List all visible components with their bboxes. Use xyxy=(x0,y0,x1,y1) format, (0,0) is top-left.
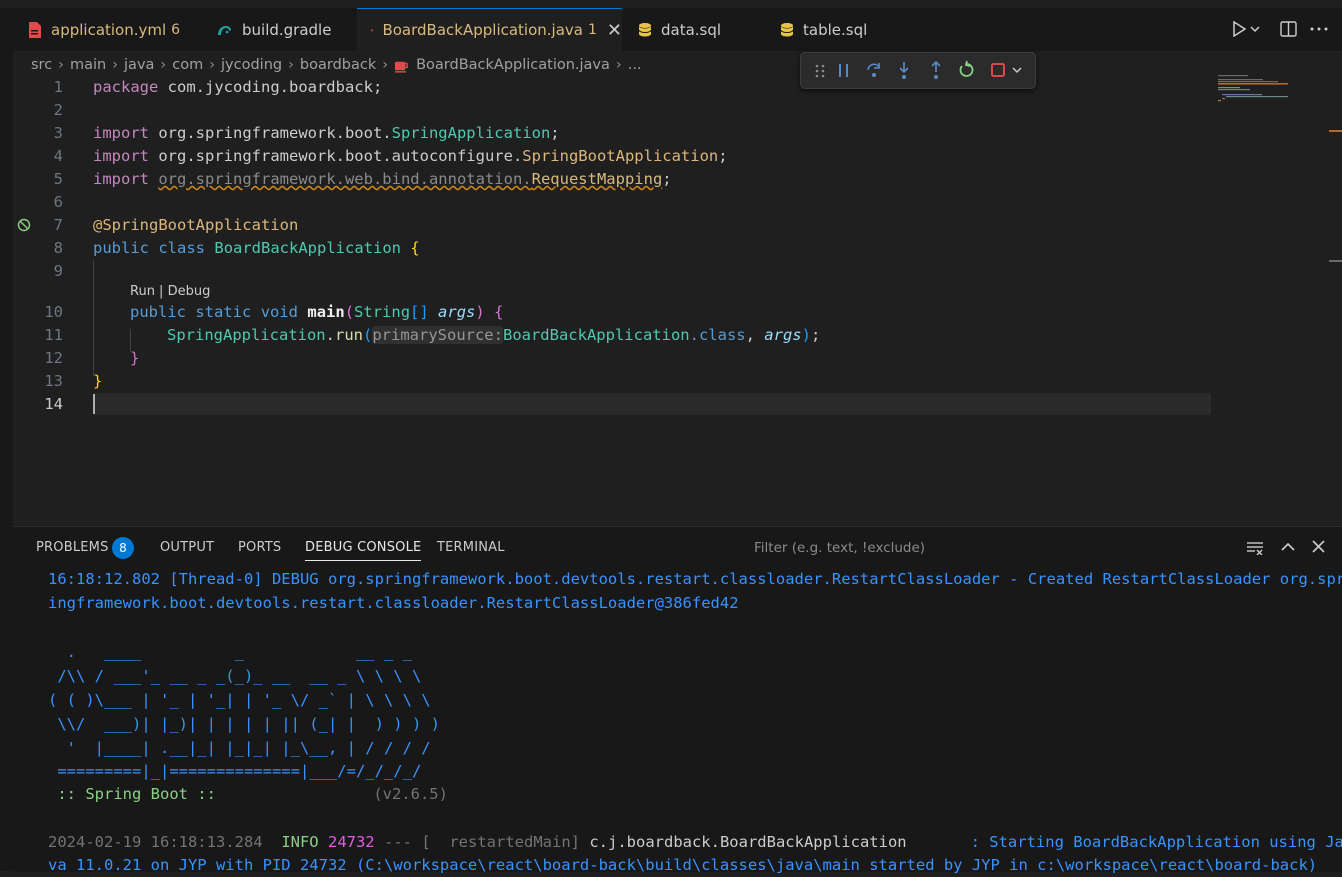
java-icon xyxy=(371,22,373,38)
tab-boardbackapplication-java[interactable]: BoardBackApplication.java 1 ✕ xyxy=(357,8,622,51)
spring-banner-line: . ____ _ __ _ _ xyxy=(48,641,412,664)
code-line: public class BoardBackApplication { xyxy=(93,237,420,260)
spring-boot-version-line: :: Spring Boot :: (v2.6.5) xyxy=(48,783,448,806)
run-icon[interactable] xyxy=(1232,21,1260,37)
stop-icon[interactable] xyxy=(991,63,1005,77)
tab-debug-console[interactable]: DEBUG CONSOLE xyxy=(305,540,421,561)
line-number: 1 xyxy=(13,76,63,99)
close-icon[interactable] xyxy=(1312,540,1325,553)
code-line: import org.springframework.boot.autoconf… xyxy=(93,145,728,168)
filter-input[interactable]: Filter (e.g. text, !exclude) xyxy=(754,540,925,556)
code-line: package com.jycoding.boardback; xyxy=(93,76,382,99)
breadcrumb-item[interactable]: src xyxy=(31,57,52,73)
breadcrumb: src› main› java› com› jycoding› boardbac… xyxy=(31,55,642,75)
chevron-down-icon[interactable] xyxy=(1012,67,1022,74)
breadcrumb-item[interactable]: jycoding xyxy=(221,57,282,73)
gradle-icon xyxy=(216,22,233,38)
code-line: public static void main(String[] args) { xyxy=(130,301,503,324)
breadcrumb-item[interactable]: java xyxy=(124,57,154,73)
tab-label: table.sql xyxy=(803,21,867,39)
problem-count-badge: 6 xyxy=(171,22,180,38)
parameter-hint: primarySource: xyxy=(372,326,503,344)
line-number: 9 xyxy=(13,260,63,283)
more-actions-icon[interactable] xyxy=(1310,27,1328,31)
tab-label: BoardBackApplication.java xyxy=(382,21,583,39)
spring-banner-line: ' |____| .__|_| |_|_| |_\__, | / / / / xyxy=(48,737,431,760)
tab-label: application.yml xyxy=(51,21,166,39)
code-line-unused-import: import org.springframework.web.bind.anno… xyxy=(93,168,672,191)
code-line: @SpringBootApplication xyxy=(93,214,298,237)
line-number: 3 xyxy=(13,122,63,145)
tab-output[interactable]: OUTPUT xyxy=(160,540,214,555)
tab-table-sql[interactable]: table.sql xyxy=(764,8,906,51)
spring-banner-line: =========|_|==============|___/=/_/_/_/ xyxy=(48,760,421,783)
line-number: 10 xyxy=(13,301,63,324)
problem-count-badge: 1 xyxy=(588,22,597,38)
minimap-preview xyxy=(1216,74,1326,114)
line-number: 13 xyxy=(13,370,63,393)
console-log-line: 2024-02-19 16:18:13.284 INFO 24732 --- [… xyxy=(48,831,1342,854)
line-number: 7 xyxy=(13,214,63,237)
line-number: 12 xyxy=(13,347,63,370)
tab-problems[interactable]: PROBLEMS xyxy=(36,540,109,555)
line-number: 4 xyxy=(13,145,63,168)
bottom-panel: PROBLEMS 8 OUTPUT PORTS DEBUG CONSOLE TE… xyxy=(13,526,1342,872)
breadcrumb-item[interactable]: BoardBackApplication.java xyxy=(416,57,610,73)
tab-terminal[interactable]: TERMINAL xyxy=(437,540,505,555)
tab-application-yml[interactable]: application.yml 6 xyxy=(14,8,200,51)
tab-build-gradle[interactable]: build.gradle xyxy=(200,8,357,51)
line-number: 5 xyxy=(13,168,63,191)
console-log-line: va 11.0.21 on JYP with PID 24732 (C:\wor… xyxy=(48,854,1317,877)
java-icon xyxy=(394,58,409,73)
spring-banner-line: ( ( )\___ | '_ | '_| | '_ \/ _` | \ \ \ … xyxy=(48,689,431,712)
yaml-icon xyxy=(28,22,42,38)
breadcrumb-item[interactable]: com xyxy=(172,57,203,73)
tab-label: build.gradle xyxy=(242,21,331,39)
breadcrumb-item[interactable]: ... xyxy=(628,57,642,73)
spring-banner-line: /\\ / ___'_ __ _ _(_)_ __ __ _ \ \ \ \ xyxy=(48,665,421,688)
editor-scrollbar[interactable] xyxy=(1329,76,1342,524)
split-editor-icon[interactable] xyxy=(1280,21,1297,37)
clear-console-icon[interactable] xyxy=(1246,541,1264,555)
tab-data-sql[interactable]: data.sql xyxy=(622,8,764,51)
line-number: 2 xyxy=(13,99,63,122)
tab-ports[interactable]: PORTS xyxy=(238,540,281,555)
database-icon xyxy=(638,22,652,38)
database-icon xyxy=(780,22,794,38)
editor-tab-bar: application.yml 6 build.gradle BoardBack… xyxy=(0,0,1342,51)
text-caret xyxy=(93,394,95,414)
code-line: SpringApplication.run(primarySource:Boar… xyxy=(167,324,820,347)
breadcrumb-item[interactable]: boardback xyxy=(300,57,376,73)
tab-label: data.sql xyxy=(661,21,721,39)
console-log-line: ingframework.boot.devtools.restart.class… xyxy=(48,592,739,615)
line-number: 8 xyxy=(13,237,63,260)
console-log-line: 16:18:12.802 [Thread-0] DEBUG org.spring… xyxy=(48,568,1342,591)
line-number: 6 xyxy=(13,191,63,214)
code-line: } xyxy=(130,347,139,370)
close-icon[interactable]: ✕ xyxy=(607,20,622,41)
breadcrumb-item[interactable]: main xyxy=(70,57,106,73)
code-line: import org.springframework.boot.SpringAp… xyxy=(93,122,560,145)
code-editor[interactable]: 1 2 3 4 5 6 7 8 9 10 11 12 13 14 package… xyxy=(13,76,1213,524)
codelens-run-debug[interactable]: Run | Debug xyxy=(130,284,210,299)
activity-strip xyxy=(0,51,13,871)
minimap[interactable] xyxy=(1216,74,1326,134)
current-line-highlight xyxy=(93,393,1211,415)
maximize-panel-icon[interactable] xyxy=(1281,542,1295,551)
code-line: } xyxy=(93,370,102,393)
line-number: 14 xyxy=(13,393,63,416)
problems-count-badge: 8 xyxy=(112,537,134,559)
line-number: 11 xyxy=(13,324,63,347)
spring-banner-line: \\/ ___)| |_)| | | | | || (_| | ) ) ) ) xyxy=(48,713,440,736)
indent-guide xyxy=(93,260,94,376)
